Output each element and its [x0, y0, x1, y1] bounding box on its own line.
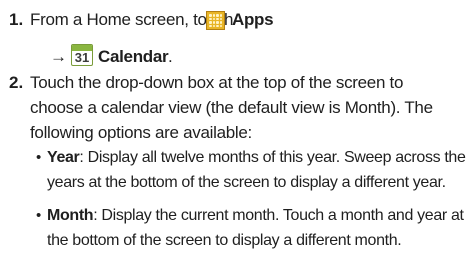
bullet-icon: • [36, 207, 42, 224]
step-2-line-1: Touch the drop-down box at the top of th… [30, 73, 404, 92]
step-number: 1. [9, 10, 24, 29]
option-line-2: years at the bottom of the screen to dis… [47, 174, 446, 191]
clipped-text-strip [0, 0, 473, 9]
bullet-icon: • [36, 149, 42, 166]
option-term: Year [47, 149, 80, 166]
calendar-label: Calendar [98, 47, 169, 66]
step-1-period: . [168, 47, 173, 66]
step-1-text: From a Home screen, touch [30, 10, 234, 29]
apps-label: Apps [232, 10, 274, 29]
option-desc-1: : Display all twelve months of this year… [79, 149, 466, 166]
option-line-1: Year: Display all twelve months of this … [47, 148, 466, 168]
calendar-icon-day: 31 [74, 50, 90, 65]
step-2-line-3: following options are available: [30, 123, 252, 142]
calendar-icon: 31 [71, 44, 93, 66]
apps-grid-icon [206, 11, 225, 30]
step-number: 2. [9, 73, 24, 92]
option-term: Month [47, 207, 94, 224]
option-line-2: the bottom of the screen to display a di… [47, 232, 402, 249]
step-2-line-2: choose a calendar view (the default view… [30, 98, 433, 117]
option-desc-1: : Display the current month. Touch a mon… [93, 207, 464, 224]
arrow-icon: → [50, 47, 67, 66]
option-line-1: Month: Display the current month. Touch … [47, 206, 464, 226]
